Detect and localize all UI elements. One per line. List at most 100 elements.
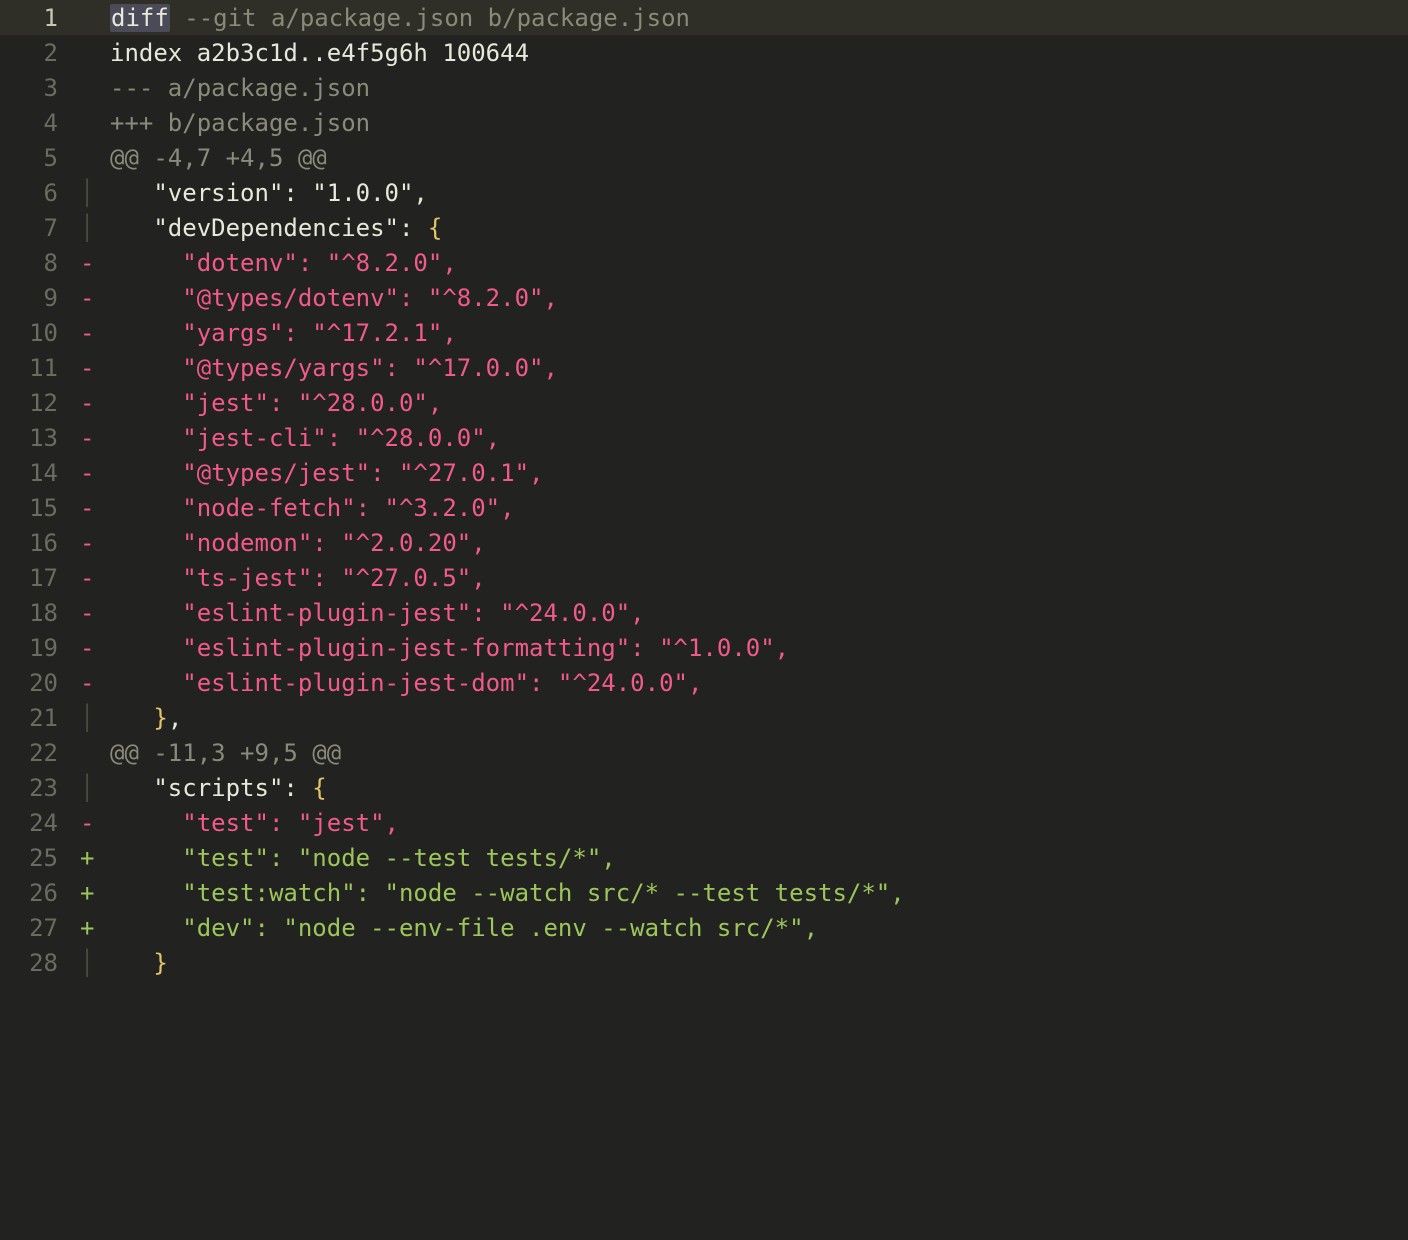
diff-marker: - (80, 389, 110, 417)
code-content[interactable]: index a2b3c1d..e4f5g6h 100644 (110, 39, 1408, 67)
code-content[interactable]: "test:watch": "node --watch src/* --test… (110, 879, 1408, 907)
code-line[interactable]: 13- "jest-cli": "^28.0.0", (0, 420, 1408, 455)
code-content[interactable]: --- a/package.json (110, 74, 1408, 102)
code-content[interactable]: "node-fetch": "^3.2.0", (110, 494, 1408, 522)
code-line[interactable]: 9- "@types/dotenv": "^8.2.0", (0, 280, 1408, 315)
code-line[interactable]: 26+ "test:watch": "node --watch src/* --… (0, 875, 1408, 910)
diff-marker: - (80, 459, 110, 487)
diff-marker: + (80, 844, 110, 872)
code-content[interactable]: "@types/dotenv": "^8.2.0", (110, 284, 1408, 312)
line-number: 5 (0, 144, 80, 172)
code-content[interactable]: @@ -4,7 +4,5 @@ (110, 144, 1408, 172)
code-content[interactable]: "yargs": "^17.2.1", (110, 319, 1408, 347)
line-number: 7 (0, 214, 80, 242)
code-content[interactable]: "nodemon": "^2.0.20", (110, 529, 1408, 557)
diff-marker: - (80, 249, 110, 277)
code-content[interactable]: "dotenv": "^8.2.0", (110, 249, 1408, 277)
line-number: 18 (0, 599, 80, 627)
diff-marker: - (80, 494, 110, 522)
code-line[interactable]: 19- "eslint-plugin-jest-formatting": "^1… (0, 630, 1408, 665)
code-content[interactable]: "dev": "node --env-file .env --watch src… (110, 914, 1408, 942)
line-number: 15 (0, 494, 80, 522)
code-line[interactable]: 25+ "test": "node --test tests/*", (0, 840, 1408, 875)
line-number: 22 (0, 739, 80, 767)
diff-marker: + (80, 914, 110, 942)
line-number: 23 (0, 774, 80, 802)
code-line[interactable]: 21│ }, (0, 700, 1408, 735)
line-number: 8 (0, 249, 80, 277)
line-number: 1 (0, 4, 80, 32)
code-line[interactable]: 7│ "devDependencies": { (0, 210, 1408, 245)
code-content[interactable]: "jest-cli": "^28.0.0", (110, 424, 1408, 452)
code-line[interactable]: 2 index a2b3c1d..e4f5g6h 100644 (0, 35, 1408, 70)
line-number: 25 (0, 844, 80, 872)
code-line[interactable]: 15- "node-fetch": "^3.2.0", (0, 490, 1408, 525)
code-content[interactable]: "test": "node --test tests/*", (110, 844, 1408, 872)
diff-marker: - (80, 284, 110, 312)
line-number: 6 (0, 179, 80, 207)
code-line[interactable]: 27+ "dev": "node --env-file .env --watch… (0, 910, 1408, 945)
code-line[interactable]: 20- "eslint-plugin-jest-dom": "^24.0.0", (0, 665, 1408, 700)
code-line[interactable]: 16- "nodemon": "^2.0.20", (0, 525, 1408, 560)
line-number: 13 (0, 424, 80, 452)
code-content[interactable]: "eslint-plugin-jest": "^24.0.0", (110, 599, 1408, 627)
line-number: 2 (0, 39, 80, 67)
diff-marker: │ (80, 774, 110, 802)
code-line[interactable]: 3--- a/package.json (0, 70, 1408, 105)
code-line[interactable]: 23│ "scripts": { (0, 770, 1408, 805)
code-line[interactable]: 5 @@ -4,7 +4,5 @@ (0, 140, 1408, 175)
code-content[interactable]: "eslint-plugin-jest-dom": "^24.0.0", (110, 669, 1408, 697)
code-content[interactable]: +++ b/package.json (110, 109, 1408, 137)
line-number: 10 (0, 319, 80, 347)
line-number: 20 (0, 669, 80, 697)
code-line[interactable]: 14- "@types/jest": "^27.0.1", (0, 455, 1408, 490)
code-content[interactable]: diff --git a/package.json b/package.json (110, 4, 1408, 32)
code-content[interactable]: @@ -11,3 +9,5 @@ (110, 739, 1408, 767)
code-line[interactable]: 17- "ts-jest": "^27.0.5", (0, 560, 1408, 595)
code-line[interactable]: 18- "eslint-plugin-jest": "^24.0.0", (0, 595, 1408, 630)
code-content[interactable]: "@types/jest": "^27.0.1", (110, 459, 1408, 487)
code-line[interactable]: 12- "jest": "^28.0.0", (0, 385, 1408, 420)
diff-marker: - (80, 319, 110, 347)
diff-marker: │ (80, 179, 110, 207)
line-number: 24 (0, 809, 80, 837)
code-line[interactable]: 8- "dotenv": "^8.2.0", (0, 245, 1408, 280)
code-content[interactable]: }, (110, 704, 1408, 732)
diff-marker: + (80, 879, 110, 907)
line-number: 21 (0, 704, 80, 732)
diff-marker: │ (80, 214, 110, 242)
line-number: 16 (0, 529, 80, 557)
diff-marker: - (80, 424, 110, 452)
line-number: 9 (0, 284, 80, 312)
code-line[interactable]: 11- "@types/yargs": "^17.0.0", (0, 350, 1408, 385)
line-number: 27 (0, 914, 80, 942)
code-line[interactable]: 4+++ b/package.json (0, 105, 1408, 140)
line-number: 12 (0, 389, 80, 417)
diff-marker: - (80, 564, 110, 592)
code-line[interactable]: 10- "yargs": "^17.2.1", (0, 315, 1408, 350)
line-number: 17 (0, 564, 80, 592)
line-number: 11 (0, 354, 80, 382)
line-number: 28 (0, 949, 80, 977)
code-line[interactable]: 24- "test": "jest", (0, 805, 1408, 840)
diff-marker: │ (80, 704, 110, 732)
code-line[interactable]: 22 @@ -11,3 +9,5 @@ (0, 735, 1408, 770)
code-content[interactable]: "jest": "^28.0.0", (110, 389, 1408, 417)
diff-editor[interactable]: 1 diff --git a/package.json b/package.jso… (0, 0, 1408, 1240)
diff-marker: │ (80, 949, 110, 977)
diff-marker: - (80, 599, 110, 627)
code-line[interactable]: 6│ "version": "1.0.0", (0, 175, 1408, 210)
code-content[interactable]: "version": "1.0.0", (110, 179, 1408, 207)
code-line[interactable]: 1 diff --git a/package.json b/package.jso… (0, 0, 1408, 35)
code-content[interactable]: } (110, 949, 1408, 977)
code-content[interactable]: "ts-jest": "^27.0.5", (110, 564, 1408, 592)
code-content[interactable]: "eslint-plugin-jest-formatting": "^1.0.0… (110, 634, 1408, 662)
code-content[interactable]: "scripts": { (110, 774, 1408, 802)
diff-marker: - (80, 809, 110, 837)
line-number: 19 (0, 634, 80, 662)
code-content[interactable]: "@types/yargs": "^17.0.0", (110, 354, 1408, 382)
code-line[interactable]: 28│ } (0, 945, 1408, 980)
code-content[interactable]: "devDependencies": { (110, 214, 1408, 242)
line-number: 14 (0, 459, 80, 487)
code-content[interactable]: "test": "jest", (110, 809, 1408, 837)
